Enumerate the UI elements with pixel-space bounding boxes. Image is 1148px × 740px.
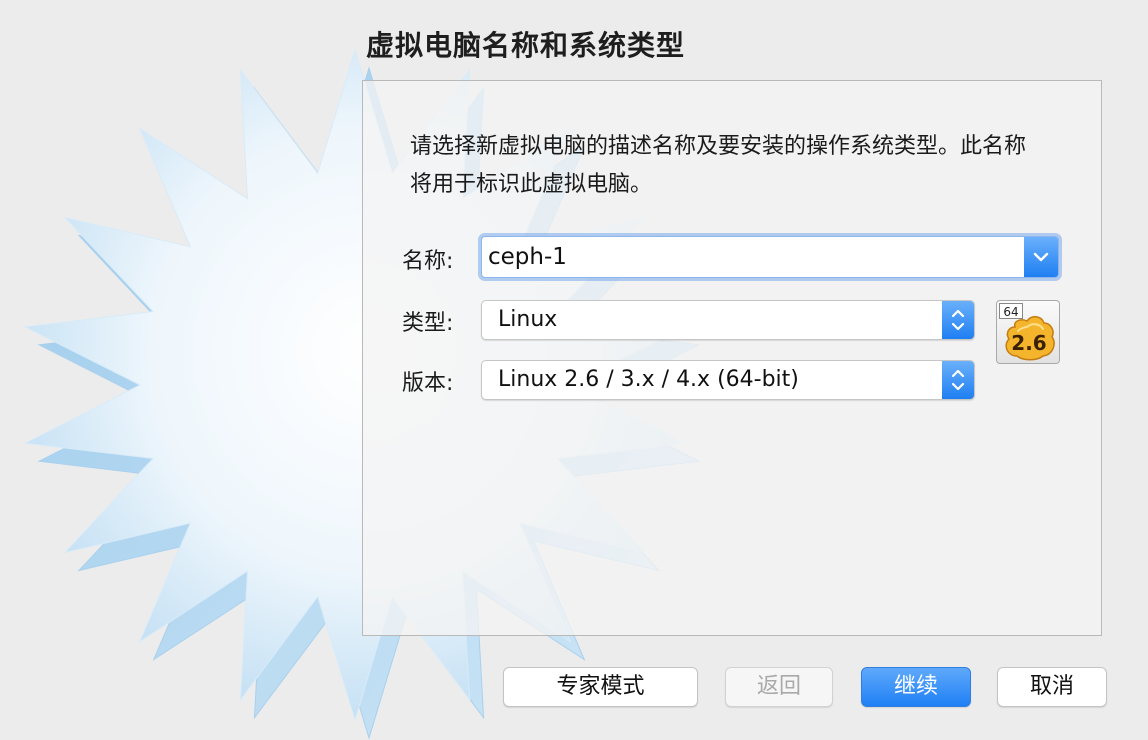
version-select[interactable]: Linux 2.6 / 3.x / 4.x (64-bit) (481, 360, 975, 400)
continue-button[interactable]: 继续 (861, 667, 971, 707)
up-down-chevron-icon (951, 309, 965, 331)
cancel-button[interactable]: 取消 (997, 667, 1107, 707)
name-combo-box[interactable] (481, 236, 1059, 278)
page-title: 虚拟电脑名称和系统类型 (366, 29, 686, 62)
version-select-value: Linux 2.6 / 3.x / 4.x (64-bit) (498, 367, 799, 392)
name-dropdown-button[interactable] (1024, 237, 1058, 277)
type-label: 类型: (402, 311, 454, 336)
up-down-chevron-icon (951, 369, 965, 391)
os-bits-badge: 64 (999, 303, 1023, 319)
linux-os-icon: 64 2.6 (996, 300, 1060, 364)
name-input[interactable] (488, 239, 1018, 275)
version-label: 版本: (402, 371, 454, 396)
os-version-text: 2.6 (1011, 331, 1047, 355)
chevron-down-icon (1033, 252, 1049, 262)
expert-mode-button[interactable]: 专家模式 (503, 667, 698, 707)
version-select-stepper[interactable] (942, 361, 974, 399)
type-select-stepper[interactable] (942, 301, 974, 339)
description-text: 请选择新虚拟电脑的描述名称及要安装的操作系统类型。此名称将用于标识此虚拟电脑。 (410, 134, 1027, 197)
back-button[interactable]: 返回 (725, 667, 833, 707)
name-label: 名称: (402, 249, 454, 274)
type-select-value: Linux (498, 307, 558, 332)
type-select[interactable]: Linux (481, 300, 975, 340)
